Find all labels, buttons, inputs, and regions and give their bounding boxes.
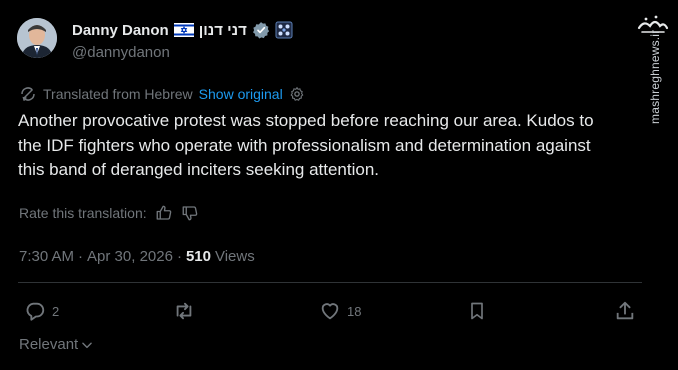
retweet-icon bbox=[172, 300, 196, 322]
meta-separator: · bbox=[78, 247, 84, 265]
rate-translation-label: Rate this translation: bbox=[19, 205, 147, 221]
watermark-text: mashreghnews.ir bbox=[648, 29, 662, 124]
translation-notice: Translated from Hebrew Show original bbox=[19, 85, 305, 103]
views-label[interactable]: Views bbox=[215, 248, 255, 265]
author-name[interactable]: Danny Danon bbox=[72, 22, 169, 39]
meta-separator: · bbox=[176, 247, 182, 265]
like-count: 18 bbox=[347, 303, 362, 319]
israel-flag-icon bbox=[173, 23, 194, 37]
verified-badge-icon[interactable] bbox=[252, 21, 270, 39]
divider bbox=[18, 282, 642, 283]
tweet-date[interactable]: Apr 30, 2026 bbox=[87, 248, 173, 265]
gear-icon[interactable] bbox=[289, 86, 305, 102]
tweet-actions: 2 18 bbox=[0, 298, 678, 324]
author-name-row[interactable]: Danny Danon דני דנון bbox=[72, 20, 293, 40]
thumbs-up-icon[interactable] bbox=[155, 204, 173, 222]
reply-icon bbox=[24, 300, 46, 322]
views-count[interactable]: 510 bbox=[186, 248, 211, 265]
author-handle[interactable]: @dannydanon bbox=[72, 44, 170, 61]
show-original-link[interactable]: Show original bbox=[199, 86, 283, 102]
bookmark-icon bbox=[467, 300, 487, 322]
affiliate-badge-icon[interactable] bbox=[275, 21, 293, 39]
share-button[interactable] bbox=[614, 298, 636, 324]
sort-relevant[interactable]: Relevant bbox=[19, 336, 94, 353]
author-name-hebrew: דני דנון bbox=[198, 21, 247, 39]
tweet-time[interactable]: 7:30 AM bbox=[19, 248, 74, 265]
thumbs-down-icon[interactable] bbox=[181, 204, 199, 222]
translation-notice-text: Translated from Hebrew bbox=[43, 86, 193, 102]
tweet-meta: 7:30 AM · Apr 30, 2026 · 510 Views bbox=[19, 246, 255, 266]
retweet-button[interactable] bbox=[172, 298, 196, 324]
heart-icon bbox=[319, 300, 341, 322]
like-button[interactable]: 18 bbox=[319, 298, 361, 324]
reply-button[interactable]: 2 bbox=[24, 298, 59, 324]
reply-count: 2 bbox=[52, 303, 60, 319]
bookmark-button[interactable] bbox=[467, 298, 487, 324]
rate-translation: Rate this translation: bbox=[19, 203, 199, 223]
share-icon bbox=[614, 300, 636, 322]
translate-icon bbox=[19, 85, 37, 103]
sort-label: Relevant bbox=[19, 336, 79, 353]
avatar[interactable] bbox=[17, 18, 57, 58]
chevron-down-icon bbox=[80, 338, 94, 352]
tweet-text: Another provocative protest was stopped … bbox=[18, 111, 594, 179]
